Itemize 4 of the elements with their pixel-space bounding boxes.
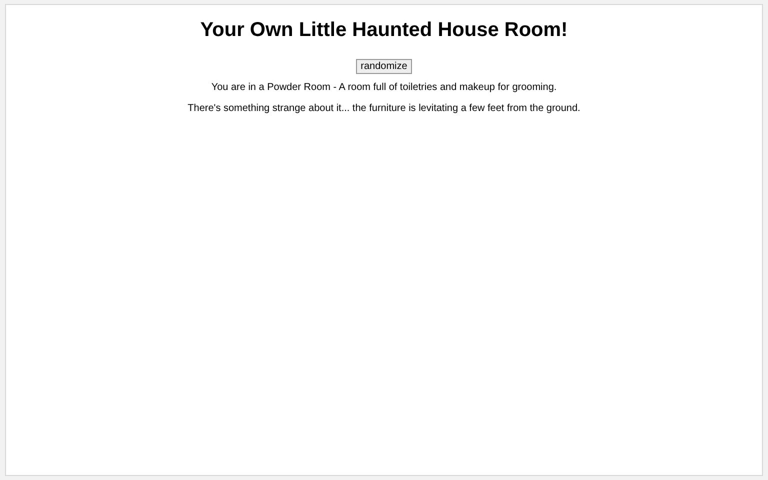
- description-text: There's something strange about it... the furniture is levitating a few feet from the ground.: [186, 103, 582, 114]
- page-title: Your Own Little Haunted House Room!: [199, 19, 569, 42]
- randomize-button[interactable]: randomize: [356, 59, 412, 74]
- description-text: You are in a Powder Room - A room full of toiletries and makeup for grooming.: [210, 82, 558, 93]
